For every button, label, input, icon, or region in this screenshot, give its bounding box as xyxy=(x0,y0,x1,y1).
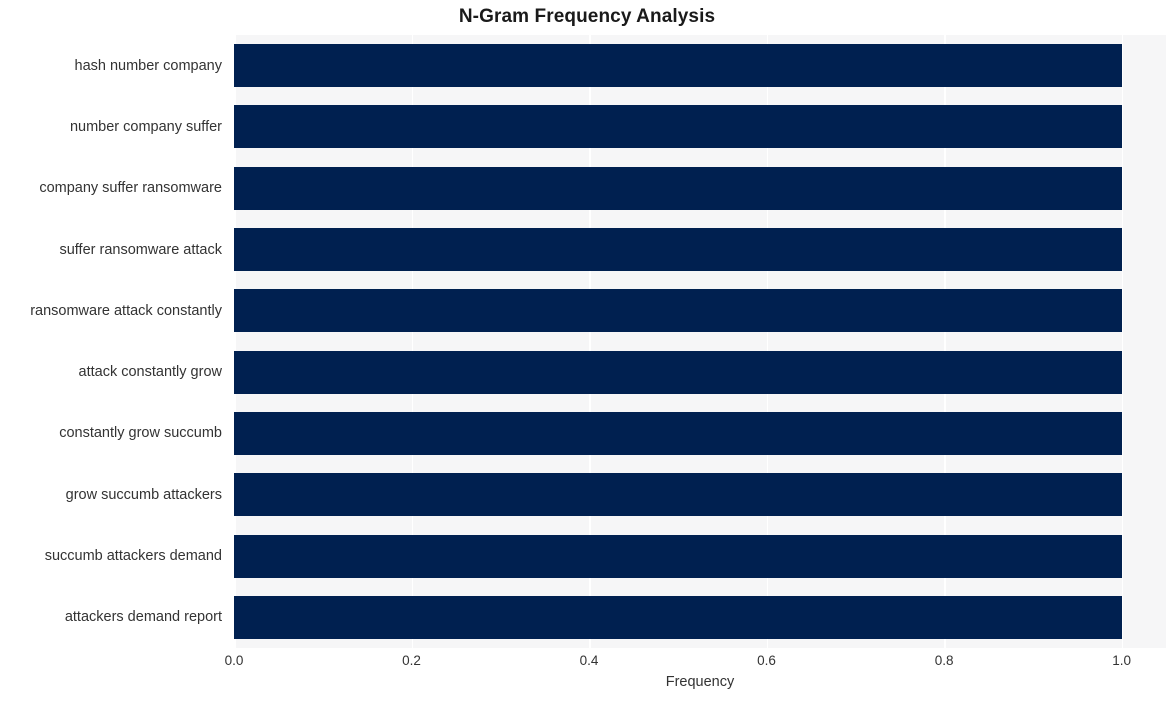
bar xyxy=(234,534,1122,578)
bar xyxy=(234,289,1122,333)
y-axis-tick-label: suffer ransomware attack xyxy=(59,241,222,258)
y-axis-tick-label: company suffer ransomware xyxy=(39,180,222,197)
bar xyxy=(234,166,1122,210)
x-axis-tick-label: 1.0 xyxy=(1112,653,1131,668)
bar xyxy=(234,228,1122,272)
y-axis-tick-labels: hash number company number company suffer… xyxy=(0,35,228,648)
chart-figure: N-Gram Frequency Analysis hash number co… xyxy=(0,0,1174,701)
bar xyxy=(234,473,1122,517)
y-axis-tick-label: number company suffer xyxy=(69,118,222,135)
y-axis-tick-label: grow succumb attackers xyxy=(65,486,222,503)
x-axis-tick-label: 0.2 xyxy=(402,653,421,668)
y-axis-tick-label: constantly grow succumb xyxy=(59,425,222,442)
y-axis-tick-label: succumb attackers demand xyxy=(44,548,222,565)
plot-area xyxy=(234,35,1166,648)
bar xyxy=(234,105,1122,149)
chart-title: N-Gram Frequency Analysis xyxy=(458,6,716,27)
x-axis-label: Frequency xyxy=(665,674,735,690)
y-axis-tick-label: ransomware attack constantly xyxy=(30,302,222,319)
x-axis-tick-label: 0.6 xyxy=(757,653,776,668)
bars-container xyxy=(234,35,1166,648)
y-axis-tick-label: hash number company xyxy=(74,57,223,74)
bar xyxy=(234,411,1122,455)
y-axis-tick-label: attackers demand report xyxy=(64,609,222,626)
x-axis-tick-label: 0.4 xyxy=(579,653,599,668)
bar xyxy=(234,350,1122,394)
x-axis-tick-labels: 0.0 0.2 0.4 0.6 0.8 1.0 xyxy=(0,653,1174,673)
bar xyxy=(234,595,1122,639)
y-axis-tick-label: attack constantly grow xyxy=(78,364,222,381)
x-axis-tick-label: 0.0 xyxy=(224,653,244,668)
x-axis-tick-label: 0.8 xyxy=(934,653,954,668)
bar xyxy=(234,44,1122,88)
